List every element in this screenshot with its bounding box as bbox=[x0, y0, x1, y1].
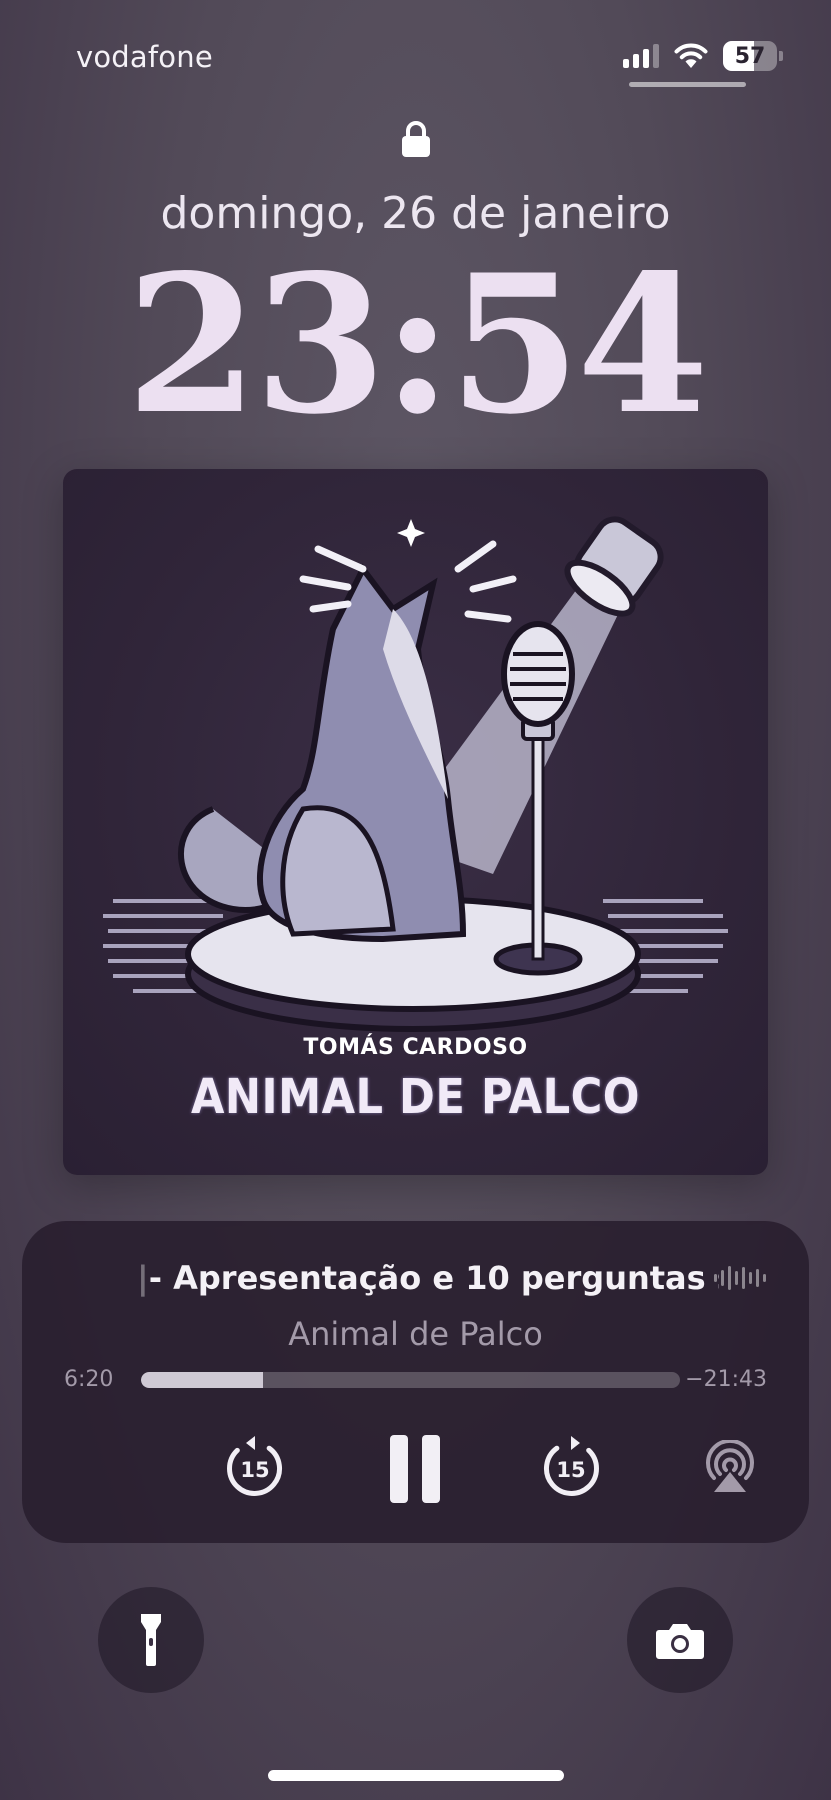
airplay-icon bbox=[706, 1440, 754, 1492]
camera-icon bbox=[656, 1624, 704, 1659]
airplay-button[interactable] bbox=[702, 1440, 758, 1496]
cellular-signal-icon bbox=[623, 44, 659, 68]
progress-fill bbox=[141, 1372, 263, 1388]
waveform-icon bbox=[714, 1261, 766, 1295]
progress-scrubber[interactable] bbox=[141, 1372, 680, 1388]
lock-icon bbox=[402, 121, 430, 157]
remaining-time: −21:43 bbox=[685, 1367, 767, 1392]
flashlight-button[interactable] bbox=[98, 1587, 204, 1693]
lock-screen-date: domingo, 26 de janeiro bbox=[160, 188, 671, 239]
home-indicator[interactable] bbox=[268, 1770, 564, 1781]
elapsed-time: 6:20 bbox=[64, 1367, 114, 1392]
now-playing-widget[interactable]: |- Apresentação e 10 perguntas s Animal … bbox=[22, 1221, 809, 1543]
svg-text:15: 15 bbox=[556, 1458, 585, 1482]
battery-level: 57 bbox=[734, 43, 766, 69]
show-name[interactable]: Animal de Palco bbox=[22, 1315, 809, 1353]
wifi-icon bbox=[674, 43, 708, 68]
control-center-indicator[interactable] bbox=[629, 82, 746, 87]
pause-button[interactable] bbox=[387, 1434, 443, 1504]
svg-text:15: 15 bbox=[240, 1458, 269, 1482]
carrier-name: vodafone bbox=[76, 40, 213, 74]
track-title: |- Apresentação e 10 perguntas s bbox=[137, 1259, 719, 1297]
status-icons: 57 bbox=[623, 38, 783, 74]
podcast-artwork[interactable]: TOMÁS CARDOSO ANIMAL DE PALCO bbox=[63, 469, 768, 1175]
skip-forward-15-button[interactable]: 15 bbox=[541, 1434, 601, 1496]
flashlight-icon bbox=[141, 1614, 161, 1666]
artwork-artist: TOMÁS CARDOSO bbox=[303, 1035, 528, 1060]
battery-icon: 57 bbox=[723, 41, 783, 71]
lock-screen-time: 23:54 bbox=[126, 233, 709, 456]
skip-back-15-button[interactable]: 15 bbox=[225, 1434, 285, 1496]
skip-forward-15-icon: 15 bbox=[544, 1436, 599, 1496]
camera-button[interactable] bbox=[627, 1587, 733, 1693]
artwork-title: ANIMAL DE PALCO bbox=[190, 1069, 640, 1125]
skip-back-15-icon: 15 bbox=[227, 1436, 282, 1496]
pause-icon bbox=[390, 1435, 408, 1503]
